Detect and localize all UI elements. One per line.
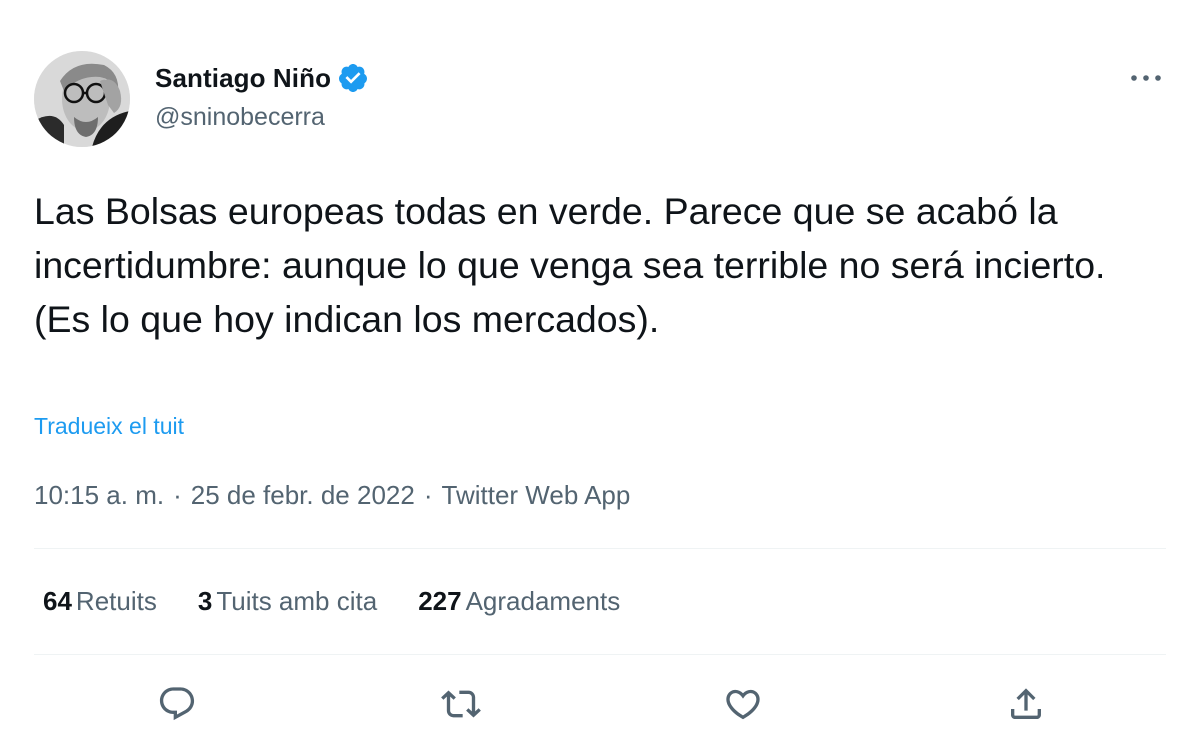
divider xyxy=(34,548,1166,549)
tweet-text: Las Bolsas europeas todas en verde. Pare… xyxy=(34,190,1106,340)
heart-icon xyxy=(726,689,760,720)
more-options-button[interactable] xyxy=(1126,63,1166,93)
share-button[interactable] xyxy=(1004,682,1048,726)
tweet-time[interactable]: 10:15 a. m. xyxy=(34,480,164,510)
avatar-photo xyxy=(34,51,130,147)
quotes-stat[interactable]: 3 Tuits amb cita xyxy=(198,586,377,617)
reply-icon xyxy=(159,687,195,721)
name-row: Santiago Niño xyxy=(155,62,369,94)
tweet-source[interactable]: Twitter Web App xyxy=(442,480,631,510)
share-icon xyxy=(1011,688,1041,719)
handle[interactable]: @sninobecerra xyxy=(155,103,325,132)
tweet-meta: 10:15 a. m. · 25 de febr. de 2022 · Twitter … xyxy=(34,480,630,511)
display-name[interactable]: Santiago Niño xyxy=(155,63,331,94)
retweet-button[interactable] xyxy=(439,682,483,726)
tweet-stats: 64 Retuits 3 Tuits amb cita 227 Agradaments xyxy=(43,586,661,617)
likes-label: Agradaments xyxy=(465,586,621,616)
retweets-stat[interactable]: 64 Retuits xyxy=(43,586,157,617)
retweets-label: Retuits xyxy=(75,586,157,616)
likes-stat[interactable]: 227 Agradaments xyxy=(418,586,620,617)
like-button[interactable] xyxy=(721,682,765,726)
retweets-count: 64 xyxy=(43,586,72,616)
more-icon xyxy=(1131,75,1161,81)
retweet-icon xyxy=(441,690,481,718)
quotes-count: 3 xyxy=(197,586,213,616)
divider xyxy=(34,654,1166,655)
tweet-card: Santiago Niño @sninobecerra Las Bolsas e… xyxy=(0,0,1186,750)
verified-badge-icon xyxy=(339,64,368,92)
likes-count: 227 xyxy=(418,586,462,616)
meta-separator: · xyxy=(173,480,182,510)
tweet-header: Santiago Niño @sninobecerra xyxy=(34,51,1166,151)
meta-separator: · xyxy=(423,480,433,510)
translate-tweet-link[interactable]: Tradueix el tuit xyxy=(34,413,184,440)
tweet-date[interactable]: 25 de febr. de 2022 xyxy=(191,480,415,510)
reply-button[interactable] xyxy=(155,682,199,726)
avatar[interactable] xyxy=(34,51,130,147)
quotes-label: Tuits amb cita xyxy=(216,586,378,616)
